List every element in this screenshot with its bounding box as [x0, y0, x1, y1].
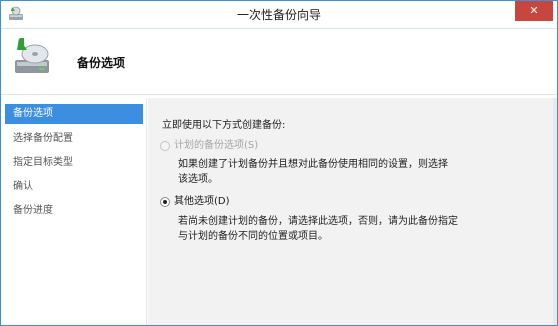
step-backup-progress[interactable]: 备份进度 [5, 201, 143, 221]
other-option[interactable]: 其他选项(D) [160, 194, 360, 210]
other-option-label: 其他选项(D) [174, 196, 230, 207]
create-backup-prompt: 立即使用以下方式创建备份: [162, 120, 286, 131]
scheduled-backup-radio[interactable] [160, 141, 170, 151]
wizard-header: 备份选项 [1, 30, 557, 94]
backup-wizard-window: 一次性备份向导 ✕ 备份选项 备份选项 选择备份配置 指定目标类型 确认 备份进… [0, 0, 558, 326]
step-backup-options[interactable]: 备份选项 [5, 104, 143, 124]
other-option-description-line: 若尚未创建计划的备份，请选择此选项，否则，请为此备份指定 [178, 216, 458, 227]
scheduled-backup-option[interactable]: 计划的备份选项(S) [160, 138, 360, 154]
backup-drive-icon [15, 38, 49, 73]
window-title: 一次性备份向导 [236, 8, 321, 22]
step-specify-destination-type[interactable]: 指定目标类型 [5, 153, 143, 173]
scheduled-backup-description-line: 该选项。 [178, 174, 218, 185]
other-option-description-line: 与计划的备份不同的位置或项目。 [178, 231, 328, 242]
content-scrollbar[interactable] [553, 98, 557, 325]
step-select-backup-config[interactable]: 选择备份配置 [5, 129, 143, 149]
wizard-steps-sidebar: 备份选项 选择备份配置 指定目标类型 确认 备份进度 [1, 98, 147, 325]
scheduled-backup-description-line: 如果创建了计划备份并且想对此备份使用相同的设置，则选择 [178, 159, 448, 170]
main-content: 立即使用以下方式创建备份: 计划的备份选项(S) 如果创建了计划备份并且想对此备… [148, 98, 557, 325]
step-confirm[interactable]: 确认 [5, 177, 143, 197]
other-option-description: 若尚未创建计划的备份，请选择此选项，否则，请为此备份指定 与计划的备份不同的位置… [178, 214, 478, 244]
scheduled-backup-label: 计划的备份选项(S) [174, 140, 259, 151]
page-title: 备份选项 [77, 56, 126, 70]
other-option-radio[interactable] [160, 197, 170, 207]
close-button[interactable]: ✕ [515, 1, 553, 21]
title-bar[interactable]: 一次性备份向导 ✕ [1, 1, 557, 29]
radio-selected-dot [163, 200, 167, 204]
header-divider [1, 94, 557, 95]
scheduled-backup-description: 如果创建了计划备份并且想对此备份使用相同的设置，则选择 该选项。 [178, 157, 478, 187]
